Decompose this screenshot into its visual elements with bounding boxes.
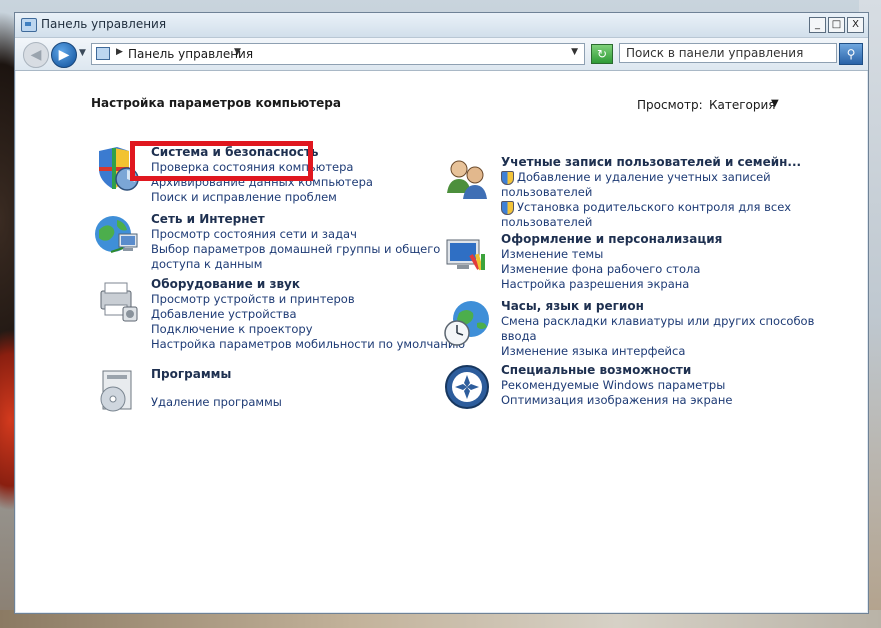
ease-of-access-icon bbox=[445, 365, 489, 409]
link-screen-resolution[interactable]: Настройка разрешения экрана bbox=[501, 277, 801, 292]
users-icon bbox=[447, 160, 487, 199]
category-links-clock-language-region: Смена раскладки клавиатуры или других сп… bbox=[501, 314, 814, 359]
history-dropdown-icon[interactable]: ▼ bbox=[79, 48, 86, 58]
link-mobility-settings[interactable]: Настройка параметров мобильности по умол… bbox=[151, 337, 465, 352]
refresh-button[interactable]: ↻ bbox=[591, 44, 613, 64]
breadcrumb-separator-icon[interactable]: ▶ bbox=[116, 47, 123, 57]
link-add-remove-accounts-cont[interactable]: пользователей bbox=[501, 185, 801, 200]
address-field[interactable]: ▶ Панель управления ▼ ▼ bbox=[91, 43, 585, 65]
link-parental-controls-text[interactable]: Установка родительского контроля для все… bbox=[517, 200, 791, 214]
link-connect-projector[interactable]: Подключение к проектору bbox=[151, 322, 451, 337]
page-title: Настройка параметров компьютера bbox=[91, 96, 341, 110]
category-title-clock-language-region[interactable]: Часы, язык и регион bbox=[501, 299, 644, 313]
link-add-remove-accounts[interactable]: Добавление и удаление учетных записей bbox=[501, 170, 801, 185]
globe-clock-icon bbox=[444, 301, 489, 346]
category-title-user-accounts[interactable]: Учетные записи пользователей и семейн... bbox=[501, 155, 801, 169]
uac-shield-icon bbox=[501, 171, 514, 185]
search-icon[interactable]: ⚲ bbox=[839, 43, 863, 65]
view-by-dropdown[interactable]: Категория bbox=[709, 98, 776, 112]
link-recommended-settings[interactable]: Рекомендуемые Windows параметры bbox=[501, 378, 801, 393]
monitor-palette-icon bbox=[446, 239, 485, 271]
programs-disc-icon bbox=[100, 370, 132, 412]
category-title-appearance[interactable]: Оформление и персонализация bbox=[501, 232, 722, 246]
category-links-ease-of-access: Рекомендуемые Windows параметры Оптимиза… bbox=[501, 378, 801, 408]
category-title-programs[interactable]: Программы bbox=[151, 367, 231, 381]
window-controls: _ □ X bbox=[809, 17, 864, 33]
link-troubleshoot[interactable]: Поиск и исправление проблем bbox=[151, 190, 451, 205]
category-links-appearance: Изменение темы Изменение фона рабочего с… bbox=[501, 247, 801, 292]
link-display-language[interactable]: Изменение языка интерфейса bbox=[501, 344, 801, 359]
category-links-hardware-sound: Просмотр устройств и принтеров Добавлени… bbox=[151, 292, 465, 352]
title-bar[interactable]: Панель управления _ □ X bbox=[15, 13, 868, 38]
close-button[interactable]: X bbox=[847, 17, 864, 33]
maximize-button[interactable]: □ bbox=[828, 17, 845, 33]
link-network-status[interactable]: Просмотр состояния сети и задач bbox=[151, 227, 451, 242]
link-change-theme[interactable]: Изменение темы bbox=[501, 247, 801, 262]
address-bar: ◀ ▶ ▼ ▶ Панель управления ▼ ▼ ↻ Поиск в … bbox=[15, 38, 868, 71]
forward-button[interactable]: ▶ bbox=[51, 42, 77, 68]
chevron-down-icon[interactable]: ▼ bbox=[771, 98, 779, 109]
breadcrumb-chevron-down-icon[interactable]: ▼ bbox=[234, 47, 241, 57]
highlight-annotation bbox=[130, 141, 313, 181]
link-change-keyboard[interactable]: Смена раскладки клавиатуры или других сп… bbox=[501, 314, 814, 329]
link-parental-controls[interactable]: Установка родительского контроля для все… bbox=[501, 200, 801, 215]
address-dropdown-icon[interactable]: ▼ bbox=[571, 47, 578, 57]
category-links-programs: Удаление программы bbox=[151, 395, 451, 410]
link-homegroup-settings-cont[interactable]: доступа к данным bbox=[151, 257, 451, 272]
globe-network-icon bbox=[95, 216, 138, 253]
control-panel-window: Панель управления _ □ X ◀ ▶ ▼ ▶ Панель у… bbox=[14, 12, 869, 614]
main-content: Настройка параметров компьютера Просмотр… bbox=[15, 71, 868, 613]
category-title-hardware-sound[interactable]: Оборудование и звук bbox=[151, 277, 300, 291]
link-change-keyboard-cont[interactable]: ввода bbox=[501, 329, 801, 344]
minimize-button[interactable]: _ bbox=[809, 17, 826, 33]
category-links-network-internet: Просмотр состояния сети и задач Выбор па… bbox=[151, 227, 451, 272]
back-button[interactable]: ◀ bbox=[23, 42, 49, 68]
category-links-user-accounts: Добавление и удаление учетных записей по… bbox=[501, 170, 801, 230]
search-input[interactable]: Поиск в панели управления bbox=[619, 43, 837, 63]
link-change-wallpaper[interactable]: Изменение фона рабочего стола bbox=[501, 262, 801, 277]
link-homegroup-settings[interactable]: Выбор параметров домашней группы и общег… bbox=[151, 242, 451, 257]
view-by-label: Просмотр: bbox=[637, 98, 703, 112]
category-title-ease-of-access[interactable]: Специальные возможности bbox=[501, 363, 691, 377]
link-add-device[interactable]: Добавление устройства bbox=[151, 307, 451, 322]
link-optimize-display[interactable]: Оптимизация изображения на экране bbox=[501, 393, 801, 408]
link-parental-controls-cont[interactable]: пользователей bbox=[501, 215, 801, 230]
control-panel-icon bbox=[21, 18, 37, 32]
link-uninstall-program[interactable]: Удаление программы bbox=[151, 395, 451, 410]
category-title-network-internet[interactable]: Сеть и Интернет bbox=[151, 212, 265, 226]
uac-shield-icon bbox=[501, 201, 514, 215]
printer-icon bbox=[100, 282, 138, 322]
link-add-remove-accounts-text[interactable]: Добавление и удаление учетных записей bbox=[517, 170, 771, 184]
window-title: Панель управления bbox=[41, 17, 167, 31]
link-devices-printers[interactable]: Просмотр устройств и принтеров bbox=[151, 292, 451, 307]
control-panel-icon bbox=[96, 47, 110, 60]
